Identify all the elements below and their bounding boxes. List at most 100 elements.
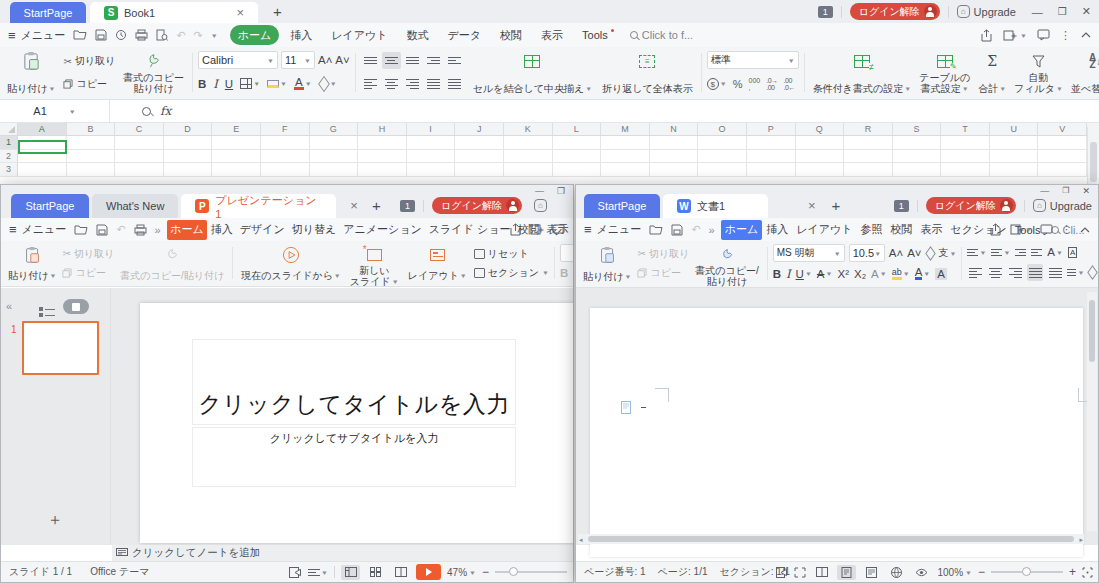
cell-D3[interactable] [164, 163, 213, 176]
borders-button[interactable]: ▼ [240, 78, 260, 89]
cell-R1[interactable] [844, 136, 893, 149]
doc-zoom-in[interactable]: + [1069, 565, 1076, 579]
close-tab-icon[interactable]: × [236, 5, 244, 20]
ppt-undo-icon[interactable]: ↶ [116, 223, 125, 236]
doc-shading-button[interactable]: ▼ [1088, 268, 1099, 277]
ppt-new-window-icon[interactable] [530, 223, 544, 236]
doc-highlight-button[interactable]: ab▼ [892, 267, 910, 280]
column-header-G[interactable]: G [310, 123, 359, 135]
ppt-copy-button[interactable]: コピー [62, 266, 114, 280]
globe-view-button[interactable] [887, 565, 906, 580]
cell-T2[interactable] [941, 150, 990, 163]
cell-Q3[interactable] [796, 163, 845, 176]
cell-H1[interactable] [358, 136, 407, 149]
notes-toggle-icon[interactable]: ▼ [308, 569, 328, 576]
column-header-D[interactable]: D [164, 123, 213, 135]
align-right-icon[interactable] [403, 76, 422, 93]
restore-button[interactable]: ❐ [1058, 6, 1067, 17]
cell-P2[interactable] [747, 150, 796, 163]
ppt-zoom-out[interactable]: − [482, 565, 489, 579]
align-bottom-icon[interactable] [403, 52, 422, 69]
font-size-select[interactable]: 11▼ [281, 51, 315, 69]
fit-page-icon[interactable] [1082, 567, 1093, 578]
doc-subscript-button[interactable]: X₂ [854, 268, 866, 280]
collapse-ribbon-icon[interactable] [1081, 32, 1091, 38]
ppt-bold-button[interactable]: B [560, 267, 568, 279]
cell-E3[interactable] [212, 163, 261, 176]
ppt-more-quick-icon[interactable]: » [155, 224, 161, 236]
cell-I1[interactable] [407, 136, 456, 149]
subtitle-placeholder[interactable]: クリックしてサブタイトルを入力 [192, 427, 516, 487]
doc-tab-doc[interactable]: W 文書1 [663, 194, 768, 218]
ppt-tab-startpage[interactable]: StartPage [11, 194, 89, 218]
column-header-F[interactable]: F [261, 123, 310, 135]
number-format-select[interactable]: 標準▼ [707, 51, 799, 69]
doc-align-center-icon[interactable] [987, 264, 1003, 281]
cell-N3[interactable] [650, 163, 699, 176]
cell-M3[interactable] [601, 163, 650, 176]
row-header-3[interactable]: 3 [0, 163, 18, 176]
doc-vscrollbar[interactable] [1087, 292, 1097, 531]
doc-tool1-icon[interactable] [776, 567, 788, 578]
ppt-zoom-level[interactable]: 47%▼ [447, 567, 476, 578]
doc-zoom-out[interactable]: − [978, 565, 985, 579]
more-icon[interactable]: ⋮ [1060, 29, 1071, 42]
ppt-reset-button[interactable]: リセット [474, 247, 549, 261]
new-tab-button[interactable]: + [273, 3, 282, 20]
ppt-tab-whatsnew[interactable]: What's New [92, 194, 178, 218]
cell-Q1[interactable] [796, 136, 845, 149]
ribbon-tab[interactable]: Tools [572, 221, 574, 238]
cell-B3[interactable] [67, 163, 116, 176]
ribbon-tab[interactable]: Tools [574, 27, 616, 44]
cell-S2[interactable] [893, 150, 942, 163]
comma-icon[interactable]: 000, [749, 77, 761, 91]
ppt-print-icon[interactable] [134, 224, 147, 236]
eye-protect-icon[interactable] [912, 565, 931, 580]
search-box[interactable]: Click to f... [630, 29, 693, 41]
doc-font-name-select[interactable]: MS 明朝▼ [773, 244, 845, 262]
cell-L3[interactable] [553, 163, 602, 176]
ppt-tab-doc[interactable]: P プレゼンテーション1 [181, 194, 336, 218]
cell-A3[interactable] [18, 163, 67, 176]
cell-U3[interactable] [990, 163, 1039, 176]
new-window-icon[interactable]: ▼ [1003, 29, 1027, 42]
cell-K2[interactable] [504, 150, 553, 163]
cell-G2[interactable] [310, 150, 359, 163]
doc-new-tab-button[interactable]: + [832, 197, 841, 214]
doc-justify-icon[interactable] [1027, 264, 1043, 281]
ribbon-tab[interactable]: ホーム [167, 220, 208, 240]
print-preview-icon[interactable] [156, 29, 168, 41]
doc-char-border-button[interactable]: A [1068, 247, 1077, 258]
outline-view-button[interactable] [812, 565, 831, 580]
cell-P3[interactable] [747, 163, 796, 176]
ribbon-tab[interactable]: デザイン [236, 220, 288, 240]
cell-J2[interactable] [455, 150, 504, 163]
doc-share-icon[interactable] [989, 223, 1002, 236]
doc-clear-format-icon[interactable] [926, 249, 935, 258]
cell-G3[interactable] [310, 163, 359, 176]
close-button[interactable]: ✕ [1082, 5, 1091, 18]
doc-page[interactable] [590, 308, 1083, 557]
doc-format-painter-button[interactable]: 書式のコピー/貼り付け [692, 244, 761, 283]
column-header-C[interactable]: C [115, 123, 164, 135]
cell-M1[interactable] [601, 136, 650, 149]
slide-sorter-icon[interactable] [366, 565, 385, 580]
doc-bold-button[interactable]: B [773, 268, 781, 280]
cell-F2[interactable] [261, 150, 310, 163]
cut-button[interactable]: ✂切り取り [63, 54, 115, 68]
cell-R2[interactable] [844, 150, 893, 163]
save-icon[interactable] [95, 29, 107, 41]
column-header-J[interactable]: J [455, 123, 504, 135]
ribbon-tab[interactable]: アニメーション [340, 220, 426, 240]
doc-logout-button[interactable]: ログイン解除 [926, 197, 1016, 214]
cell-B1[interactable] [67, 136, 116, 149]
currency-icon[interactable]: $▼ [707, 78, 727, 90]
row-header-1[interactable]: 1 [0, 136, 18, 149]
cell-U1[interactable] [990, 136, 1039, 149]
ppt-open-icon[interactable] [74, 224, 88, 236]
percent-icon[interactable]: % [733, 78, 743, 90]
column-header-A[interactable]: A [18, 123, 67, 135]
column-header-P[interactable]: P [747, 123, 796, 135]
column-header-B[interactable]: B [67, 123, 116, 135]
doc-comment-icon[interactable] [1040, 224, 1053, 236]
